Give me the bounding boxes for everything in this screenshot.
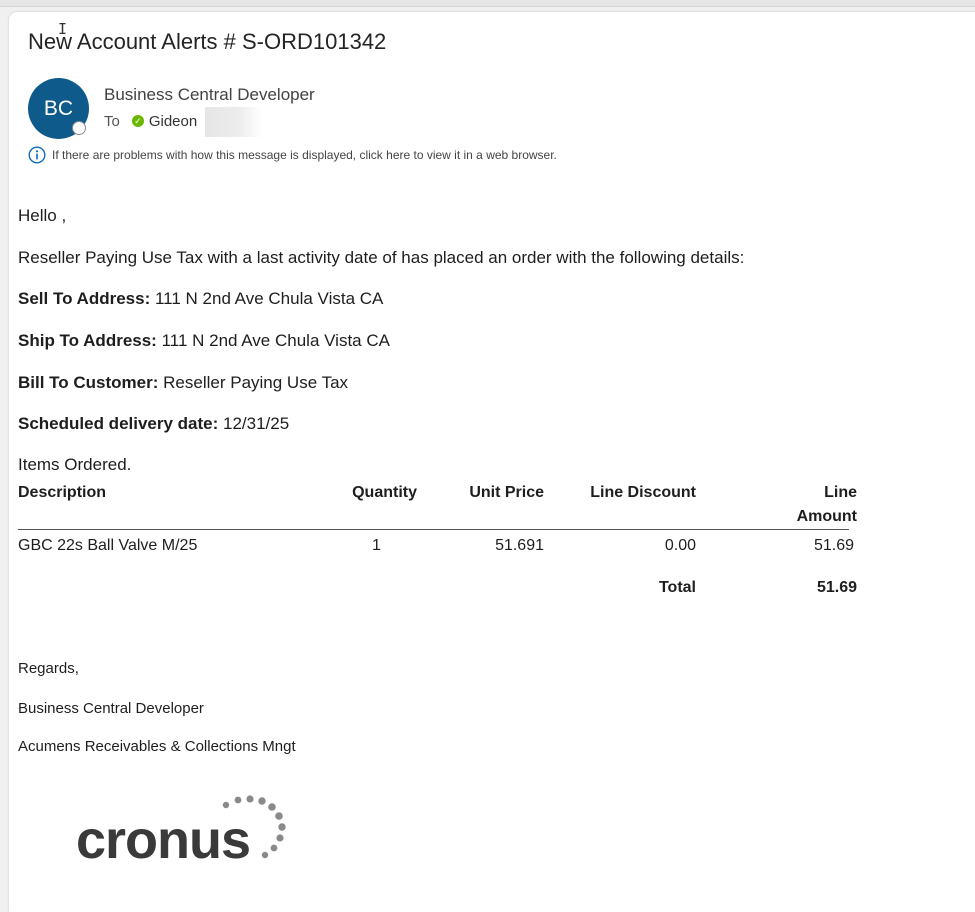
cronus-logo: cronus xyxy=(76,795,286,870)
signature-company: Acumens Receivables & Collections Mngt xyxy=(18,738,296,755)
header-description: Description xyxy=(18,484,107,501)
row-description: GBC 22s Ball Valve M/25 xyxy=(18,537,198,554)
header-quantity: Quantity xyxy=(352,484,417,501)
row-quantity: 1 xyxy=(372,537,381,554)
delivery-value: 12/31/25 xyxy=(218,414,290,433)
delivery-label: Scheduled delivery date: xyxy=(18,414,219,433)
bill-to-label: Bill To Customer: xyxy=(18,373,159,392)
sell-to-value: 111 N 2nd Ave Chula Vista CA xyxy=(150,289,384,308)
presence-status-icon xyxy=(72,121,86,135)
recipients-row: To ✓ Gideon xyxy=(104,107,264,137)
ship-to-address: Ship To Address: 111 N 2nd Ave Chula Vis… xyxy=(18,331,390,351)
display-problem-text[interactable]: If there are problems with how this mess… xyxy=(52,148,557,162)
to-label: To xyxy=(104,112,120,130)
ship-to-value: 111 N 2nd Ave Chula Vista CA xyxy=(156,331,390,350)
redacted-recipient-area xyxy=(205,107,264,137)
avatar-initials: BC xyxy=(43,96,74,120)
available-check-icon: ✓ xyxy=(131,115,144,127)
table-header-divider xyxy=(18,529,849,530)
row-line-discount: 0.00 xyxy=(664,537,696,554)
scheduled-delivery-date: Scheduled delivery date: 12/31/25 xyxy=(18,414,289,434)
total-label: Total xyxy=(658,579,696,596)
email-subject: New Account Alerts # S-ORD101342 xyxy=(28,29,387,54)
ship-to-label: Ship To Address: xyxy=(18,331,157,350)
info-icon xyxy=(28,146,46,164)
row-unit-price: 51.691 xyxy=(495,537,544,554)
window-top-bar xyxy=(0,0,975,7)
header-line-discount: Line Discount xyxy=(590,484,696,501)
items-ordered-heading: Items Ordered. xyxy=(18,455,132,474)
recipient-name[interactable]: Gideon xyxy=(149,113,197,130)
sell-to-address: Sell To Address: 111 N 2nd Ave Chula Vis… xyxy=(18,289,383,309)
greeting: Hello , xyxy=(18,206,67,225)
intro-text: Reseller Paying Use Tax with a last acti… xyxy=(18,248,745,267)
sell-to-label: Sell To Address: xyxy=(18,289,151,308)
signature-regards: Regards, xyxy=(18,660,79,677)
bill-to-value: Reseller Paying Use Tax xyxy=(158,373,349,392)
signature-name: Business Central Developer xyxy=(18,700,204,717)
bill-to-customer: Bill To Customer: Reseller Paying Use Ta… xyxy=(18,373,348,393)
header-unit-price: Unit Price xyxy=(469,484,544,501)
sender-name[interactable]: Business Central Developer xyxy=(104,85,315,105)
header-line-amount-2: Amount xyxy=(796,508,857,525)
header-line-amount-1: Line xyxy=(824,484,857,501)
cronus-logo-text: cronus xyxy=(76,810,250,870)
row-line-amount: 51.69 xyxy=(813,537,854,554)
display-problem-banner[interactable]: If there are problems with how this mess… xyxy=(28,144,557,166)
total-value: 51.69 xyxy=(816,579,857,596)
text-cursor-icon: I xyxy=(58,20,68,38)
